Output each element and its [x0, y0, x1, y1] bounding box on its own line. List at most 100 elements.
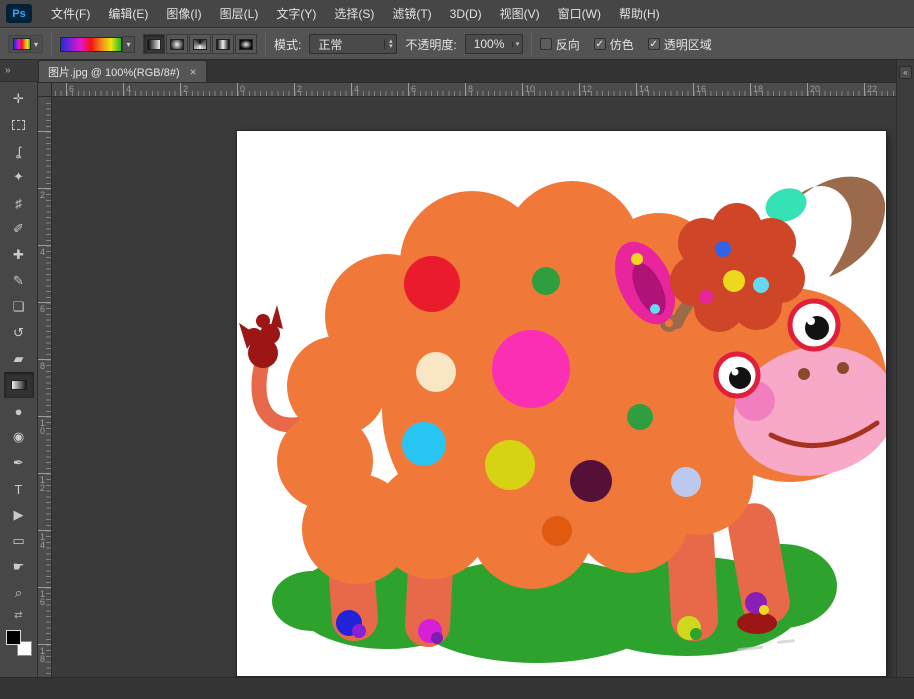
clone-stamp-tool[interactable]: ❏	[4, 294, 34, 320]
dodge-tool-icon: ◉	[12, 429, 25, 444]
menu-item-file[interactable]: 文件(F)	[42, 0, 99, 28]
gradient-preview[interactable]	[60, 36, 123, 52]
expand-panels-button[interactable]: «	[899, 66, 912, 79]
document-tab[interactable]: 图片.jpg @ 100%(RGB/8#) ×	[38, 60, 207, 82]
checkbox-reverse-box[interactable]	[539, 38, 552, 50]
path-selection-tool[interactable]: ▶	[4, 502, 34, 528]
opacity-label: 不透明度:	[405, 37, 457, 52]
menu-item-edit[interactable]: 编辑(E)	[99, 0, 157, 28]
eraser-tool-icon: ▰	[13, 351, 24, 366]
blend-mode-value: 正常	[318, 37, 343, 52]
menu-item-help[interactable]: 帮助(H)	[610, 0, 669, 28]
menu-item-filter[interactable]: 滤镜(T)	[383, 0, 440, 28]
spinner-arrows-icon[interactable]: ▴ ▾	[384, 38, 396, 50]
gradient-tool[interactable]	[3, 372, 34, 398]
checkbox-transparency[interactable]: ✓ 透明区域	[647, 36, 712, 53]
brush-tool[interactable]: ✎	[4, 268, 34, 294]
v-ruler-number: 12	[40, 475, 46, 493]
vertical-ruler[interactable]: 2468101214161820	[38, 97, 52, 677]
h-ruler-number: 2	[183, 84, 189, 94]
eyedropper-tool[interactable]: ✐	[4, 216, 34, 242]
move-tool[interactable]: ✛	[4, 86, 34, 112]
document-tab-bar: 图片.jpg @ 100%(RGB/8#) ×	[38, 60, 896, 83]
ruler-corner	[38, 83, 52, 97]
gradient-picker[interactable]: ▾	[60, 35, 136, 53]
menu-item-image[interactable]: 图像(I)	[157, 0, 210, 28]
checkbox-transparency-box[interactable]: ✓	[647, 38, 660, 50]
diamond-gradient-button[interactable]	[235, 34, 258, 54]
checkbox-reverse[interactable]: 反向	[539, 36, 580, 53]
lasso-tool-icon: ʆ	[16, 143, 21, 159]
history-brush-tool[interactable]: ↺	[4, 320, 34, 346]
checkbox-reverse-label: 反向	[555, 37, 580, 52]
chevron-down-icon[interactable]: ▾	[512, 41, 521, 48]
separator	[51, 33, 53, 55]
crop-tool-icon: ♯	[15, 195, 22, 211]
h-ruler-number: 2	[297, 84, 303, 94]
menu-item-window[interactable]: 窗口(W)	[549, 0, 610, 28]
blend-mode-select[interactable]: 正常 ▴ ▾	[309, 34, 398, 54]
menu-item-3d[interactable]: 3D(D)	[441, 0, 491, 28]
h-ruler-number: 12	[582, 84, 593, 94]
h-ruler-number: 10	[525, 84, 536, 94]
foreground-color-swatch[interactable]	[5, 630, 21, 645]
blur-tool[interactable]: ●	[4, 398, 34, 424]
photoshop-window: Ps 文件(F) 编辑(E) 图像(I) 图层(L) 文字(Y) 选择(S) 滤镜(T) 3D…	[0, 0, 914, 699]
reflected-gradient-button[interactable]	[212, 34, 235, 54]
menu-item-type[interactable]: 文字(Y)	[267, 0, 325, 28]
h-ruler-number: 6	[69, 84, 75, 94]
type-tool[interactable]: T	[4, 476, 34, 502]
reflected-gradient-icon	[216, 38, 231, 50]
gradient-option-checkboxes: 反向 ✓ 仿色 ✓ 透明区域	[539, 36, 712, 53]
linear-gradient-button[interactable]	[143, 34, 166, 54]
clone-stamp-tool-icon: ❏	[12, 299, 25, 314]
rectangular-marquee-tool[interactable]	[4, 112, 34, 138]
rectangle-tool[interactable]: ▭	[4, 528, 34, 554]
angle-gradient-button[interactable]	[189, 34, 212, 54]
menu-item-select[interactable]: 选择(S)	[325, 0, 383, 28]
zoom-tool[interactable]: ⌕	[4, 580, 34, 606]
hand-tool[interactable]: ☛	[4, 554, 34, 580]
status-bar	[0, 677, 914, 699]
horizontal-ruler[interactable]: 6 4 2 0 2 4 6 8 10 12 14 16 18 20 22	[52, 83, 896, 97]
checkbox-dither[interactable]: ✓ 仿色	[593, 36, 634, 53]
h-ruler-number: 14	[639, 84, 650, 94]
spot-healing-brush-tool[interactable]: ✚	[4, 242, 34, 268]
tab-close-button[interactable]: ×	[190, 66, 197, 78]
radial-gradient-button[interactable]	[166, 34, 189, 54]
opacity-select[interactable]: 100% ▾	[464, 34, 523, 54]
menu-items: 文件(F) 编辑(E) 图像(I) 图层(L) 文字(Y) 选择(S) 滤镜(T) 3D(D)…	[42, 0, 669, 28]
menu-item-layer[interactable]: 图层(L)	[211, 0, 268, 28]
color-swatches[interactable]	[4, 628, 34, 658]
h-ruler-number: 4	[126, 84, 132, 94]
gradient-icon	[10, 380, 27, 390]
pen-tool[interactable]: ✒	[4, 450, 34, 476]
rectangle-tool-icon: ▭	[12, 533, 25, 548]
chevron-down-icon: ▾	[126, 39, 131, 49]
checkbox-dither-box[interactable]: ✓	[593, 38, 606, 50]
canvas-area	[52, 97, 896, 677]
document-canvas[interactable]	[237, 131, 896, 676]
lasso-tool[interactable]: ʆ	[4, 138, 34, 164]
h-ruler-number: 18	[753, 84, 764, 94]
swap-colors-icon[interactable]: ⇄	[4, 606, 34, 624]
v-ruler-number: 2	[40, 190, 46, 200]
menu-item-view[interactable]: 视图(V)	[491, 0, 549, 28]
spot-healing-brush-tool-icon: ✚	[13, 247, 24, 262]
checkbox-transparency-label: 透明区域	[663, 37, 712, 52]
hand-tool-icon: ☛	[12, 559, 25, 574]
mode-label: 模式:	[274, 37, 302, 52]
h-ruler-number: 6	[411, 84, 417, 94]
collapse-toolbar-button[interactable]: »	[5, 65, 11, 76]
dodge-tool[interactable]: ◉	[4, 424, 34, 450]
h-ruler-number: 20	[810, 84, 821, 94]
radial-gradient-icon	[170, 38, 185, 50]
v-ruler-number: 18	[40, 646, 46, 664]
crop-tool[interactable]: ♯	[4, 190, 34, 216]
quick-selection-tool[interactable]: ✦	[4, 164, 34, 190]
gradient-picker-arrow[interactable]: ▾	[122, 35, 136, 53]
v-ruler-number: 8	[40, 361, 46, 371]
eraser-tool[interactable]: ▰	[4, 346, 34, 372]
tool-preset-picker[interactable]: ▾	[8, 35, 44, 53]
path-selection-tool-icon: ▶	[13, 507, 24, 522]
